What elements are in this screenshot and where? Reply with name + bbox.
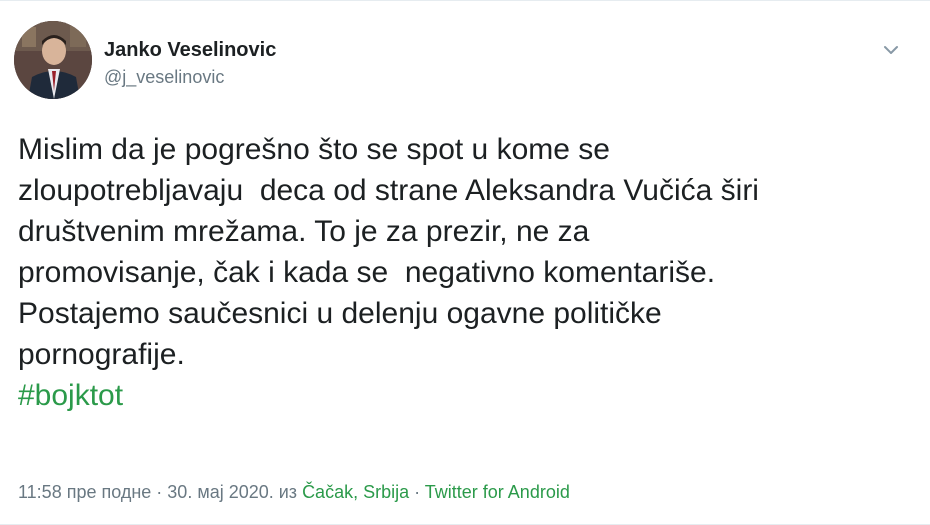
location-link[interactable]: Čačak, Srbija	[302, 482, 409, 502]
source-link[interactable]: Twitter for Android	[425, 482, 570, 502]
tweet-text-line: pornografije.	[18, 338, 185, 371]
tweet-card: Janko Veselinovic @j_veselinovic Mislim …	[0, 0, 930, 525]
tweet-text-line: promovisanje, čak i kada se negativno ko…	[18, 256, 716, 289]
tweet-text-line: zloupotrebljavaju deca od strane Aleksan…	[18, 174, 759, 207]
from-label: из	[273, 482, 303, 502]
hashtag-link[interactable]: #bojktot	[18, 375, 918, 416]
tweet-meta: 11:58 пре подне · 30. мај 2020. из Čačak…	[18, 482, 570, 503]
meta-separator: ·	[151, 482, 168, 502]
tweet-text-line: Mislim da je pogrešno što se spot u kome…	[18, 133, 610, 166]
tweet-header: Janko Veselinovic @j_veselinovic	[14, 21, 910, 101]
profile-photo-icon	[14, 21, 92, 99]
tweet-date[interactable]: 30. мај 2020.	[167, 482, 273, 502]
tweet-time[interactable]: 11:58 пре подне	[18, 482, 151, 502]
tweet-text-line: društvenim mrežama. To je za prezir, ne …	[18, 215, 590, 248]
meta-separator: ·	[409, 482, 425, 502]
author-handle[interactable]: @j_veselinovic	[104, 67, 224, 88]
tweet-body: Mislim da je pogrešno što se spot u kome…	[18, 129, 918, 416]
author-name[interactable]: Janko Veselinovic	[104, 39, 276, 62]
tweet-text-line: Postajemo saučesnici u delenju ogavne po…	[18, 297, 662, 330]
avatar[interactable]	[14, 21, 92, 99]
chevron-down-icon[interactable]	[880, 39, 902, 61]
